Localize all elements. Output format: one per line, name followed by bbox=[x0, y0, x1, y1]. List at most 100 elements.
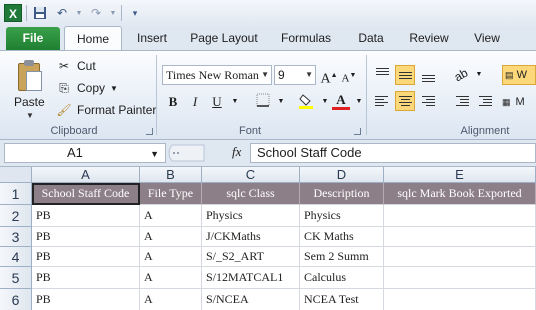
cell-a3[interactable]: PB bbox=[32, 227, 140, 247]
copy-dropdown-icon[interactable]: ▼ bbox=[110, 84, 118, 93]
column-header-c[interactable]: C bbox=[202, 167, 300, 183]
font-name-select[interactable]: Times New Roman ▼ bbox=[162, 65, 272, 85]
cell-d5[interactable]: Calculus bbox=[300, 267, 384, 289]
borders-dropdown-icon[interactable]: ▼ bbox=[272, 93, 290, 111]
font-size-dropdown-icon[interactable]: ▼ bbox=[305, 66, 313, 84]
cell-c5[interactable]: S/12MATCAL1 bbox=[202, 267, 300, 289]
font-name-dropdown-icon[interactable]: ▼ bbox=[261, 66, 269, 84]
borders-icon[interactable] bbox=[254, 93, 272, 111]
font-launcher-icon[interactable] bbox=[354, 128, 361, 135]
cell-b3[interactable]: A bbox=[140, 227, 202, 247]
insert-function-icon[interactable]: fx bbox=[232, 144, 241, 160]
cell-c6[interactable]: S/NCEA bbox=[202, 289, 300, 310]
cell-e4[interactable] bbox=[384, 247, 536, 267]
tab-data[interactable]: Data bbox=[350, 26, 392, 50]
column-header-b[interactable]: B bbox=[140, 167, 202, 183]
cell-b2[interactable]: A bbox=[140, 205, 202, 227]
select-all-corner[interactable] bbox=[0, 167, 32, 183]
cell-e2[interactable] bbox=[384, 205, 536, 227]
cell-b4[interactable]: A bbox=[140, 247, 202, 267]
save-icon[interactable] bbox=[31, 4, 49, 22]
cell-c3[interactable]: J/CKMaths bbox=[202, 227, 300, 247]
tab-view[interactable]: View bbox=[466, 26, 508, 50]
redo-dropdown-icon[interactable]: ▼ bbox=[109, 4, 117, 22]
name-box-dropdown-icon[interactable]: ▼ bbox=[150, 145, 159, 163]
header-cell-c1[interactable]: sqlc Class bbox=[202, 183, 300, 205]
shrink-font-button[interactable]: A▼ bbox=[340, 66, 358, 85]
clipboard-paper-icon bbox=[26, 71, 42, 91]
column-header-d[interactable]: D bbox=[300, 167, 384, 183]
cut-button[interactable]: ✂ Cut bbox=[56, 57, 96, 75]
merge-center-button[interactable]: ▦ M bbox=[502, 93, 525, 111]
cell-d2[interactable]: Physics bbox=[300, 205, 384, 227]
underline-dropdown-icon[interactable]: ▼ bbox=[226, 93, 244, 111]
redo-icon[interactable]: ↷ bbox=[87, 4, 105, 22]
formula-bar-resize-icon[interactable] bbox=[164, 143, 208, 163]
header-cell-b1[interactable]: File Type bbox=[140, 183, 202, 205]
cell-d4[interactable]: Sem 2 Summ bbox=[300, 247, 384, 267]
cell-e6[interactable] bbox=[384, 289, 536, 310]
cell-e3[interactable] bbox=[384, 227, 536, 247]
header-cell-d1[interactable]: Description bbox=[300, 183, 384, 205]
undo-icon[interactable]: ↶ bbox=[53, 4, 71, 22]
header-cell-e1[interactable]: sqlc Mark Book Exported bbox=[384, 183, 536, 205]
merge-center-icon: ▦ bbox=[502, 96, 511, 107]
cell-e5[interactable] bbox=[384, 267, 536, 289]
grow-font-button[interactable]: A▲ bbox=[320, 66, 338, 87]
cell-d6[interactable]: NCEA Test bbox=[300, 289, 384, 310]
row-header[interactable]: 6 bbox=[0, 289, 32, 310]
orientation-dropdown-icon[interactable]: ▼ bbox=[470, 66, 488, 84]
cell-a4[interactable]: PB bbox=[32, 247, 140, 267]
tab-formulas[interactable]: Formulas bbox=[274, 26, 338, 50]
cell-b6[interactable]: A bbox=[140, 289, 202, 310]
font-group-label: Font bbox=[238, 125, 261, 137]
paste-icon[interactable] bbox=[16, 59, 46, 93]
underline-button[interactable]: U bbox=[208, 93, 226, 111]
wrap-text-button[interactable]: ▤ W bbox=[502, 65, 536, 85]
copy-button[interactable]: ⎘ Copy ▼ bbox=[56, 79, 118, 97]
cell-a5[interactable]: PB bbox=[32, 267, 140, 289]
fill-color-icon[interactable] bbox=[298, 93, 316, 111]
format-painter-button[interactable]: 🖌 Format Painter bbox=[56, 101, 156, 119]
tab-home[interactable]: Home bbox=[64, 26, 122, 50]
row-header[interactable]: 5 bbox=[0, 267, 32, 289]
undo-dropdown-icon[interactable]: ▼ bbox=[75, 4, 83, 22]
tab-file[interactable]: File bbox=[6, 27, 60, 50]
cell-a2[interactable]: PB bbox=[32, 205, 140, 227]
paste-button[interactable]: Paste bbox=[14, 95, 45, 109]
cell-c4[interactable]: S/_S2_ART bbox=[202, 247, 300, 267]
qat-separator bbox=[121, 5, 122, 21]
paste-dropdown-icon[interactable]: ▼ bbox=[26, 111, 34, 120]
column-header-a[interactable]: A bbox=[32, 167, 140, 183]
italic-button[interactable]: I bbox=[186, 93, 204, 111]
tab-insert[interactable]: Insert bbox=[126, 26, 178, 50]
bottom-align-button[interactable] bbox=[418, 65, 438, 85]
header-cell-a1[interactable]: School Staff Code bbox=[32, 183, 140, 205]
font-color-icon[interactable]: A bbox=[332, 91, 350, 110]
font-size-select[interactable]: 9 ▼ bbox=[274, 65, 316, 85]
decrease-indent-button[interactable] bbox=[452, 91, 472, 111]
cell-a6[interactable]: PB bbox=[32, 289, 140, 310]
name-box[interactable]: A1 ▼ bbox=[4, 143, 166, 163]
row-header[interactable]: 4 bbox=[0, 247, 32, 267]
row-header[interactable]: 1 bbox=[0, 183, 32, 205]
formula-input[interactable]: School Staff Code bbox=[250, 143, 536, 163]
tab-review[interactable]: Review bbox=[402, 26, 456, 50]
cell-b5[interactable]: A bbox=[140, 267, 202, 289]
cell-d3[interactable]: CK Maths bbox=[300, 227, 384, 247]
column-header-e[interactable]: E bbox=[384, 167, 536, 183]
excel-logo-icon[interactable]: X bbox=[4, 4, 22, 22]
align-center-button[interactable] bbox=[395, 91, 415, 111]
align-left-button[interactable] bbox=[372, 91, 392, 111]
increase-indent-button[interactable] bbox=[475, 91, 495, 111]
clipboard-launcher-icon[interactable] bbox=[146, 128, 153, 135]
row-header[interactable]: 3 bbox=[0, 227, 32, 247]
bold-button[interactable]: B bbox=[164, 93, 182, 111]
align-right-button[interactable] bbox=[418, 91, 438, 111]
top-align-button[interactable] bbox=[372, 65, 392, 85]
tab-page-layout[interactable]: Page Layout bbox=[184, 26, 264, 50]
row-header[interactable]: 2 bbox=[0, 205, 32, 227]
middle-align-button[interactable] bbox=[395, 65, 415, 85]
cell-c2[interactable]: Physics bbox=[202, 205, 300, 227]
customize-qat-icon[interactable]: ▾ bbox=[126, 4, 144, 22]
